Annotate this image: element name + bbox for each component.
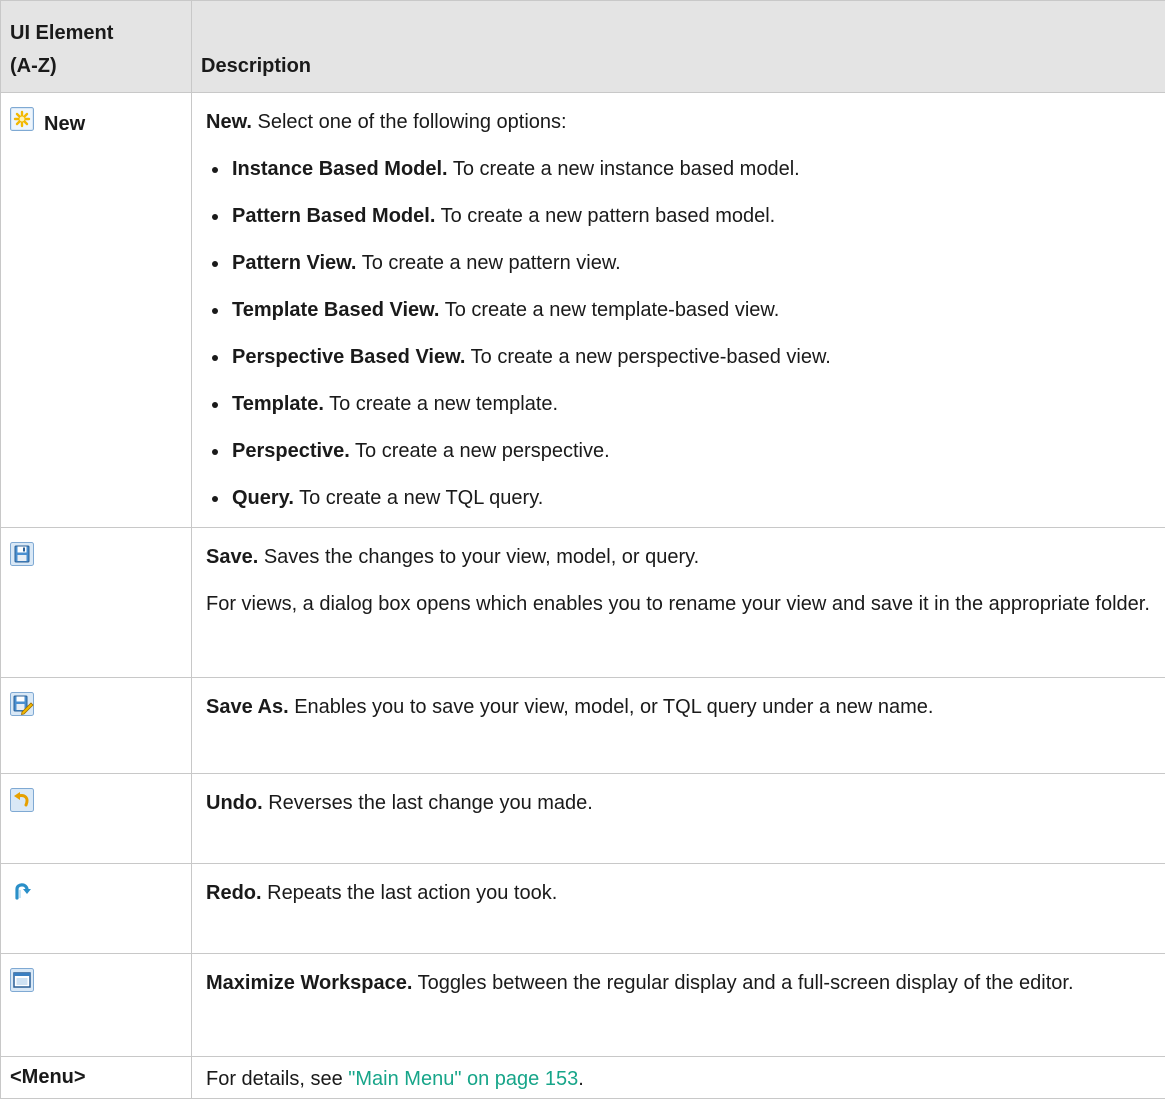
description-cell: Save As. Enables you to save your view, … — [191, 677, 1165, 774]
main-menu-link[interactable]: "Main Menu" on page 153 — [348, 1068, 578, 1090]
description-cell: Save. Saves the changes to your view, mo… — [191, 527, 1165, 678]
header-description: Description — [191, 0, 1165, 93]
save-as-icon — [10, 692, 34, 716]
ui-elements-table: UI Element (A-Z) Description New New. Se… — [0, 0, 1165, 1099]
header-ui-element: UI Element (A-Z) — [0, 0, 192, 93]
list-item: Template Based View. To create a new tem… — [206, 295, 1155, 325]
list-item: Perspective Based View. To create a new … — [206, 342, 1155, 372]
undo-icon — [10, 788, 34, 812]
list-item: Template. To create a new template. — [206, 389, 1155, 419]
description-cell: Undo. Reverses the last change you made. — [191, 773, 1165, 864]
table-header-row: UI Element (A-Z) Description — [0, 0, 1165, 93]
ui-element-cell — [0, 677, 192, 774]
description-cell: Maximize Workspace. Toggles between the … — [191, 953, 1165, 1057]
list-item: Perspective. To create a new perspective… — [206, 436, 1155, 466]
list-item: Instance Based Model. To create a new in… — [206, 154, 1155, 184]
table-row-redo: Redo. Repeats the last action you took. — [0, 863, 1165, 954]
description-cell: Redo. Repeats the last action you took. — [191, 863, 1165, 954]
ui-element-cell: New — [0, 92, 192, 528]
ui-element-cell — [0, 863, 192, 954]
list-item: Pattern View. To create a new pattern vi… — [206, 248, 1155, 278]
new-options-list: Instance Based Model. To create a new in… — [206, 154, 1155, 513]
new-icon — [10, 107, 34, 131]
menu-label: <Menu> — [10, 1066, 86, 1088]
new-label: New — [44, 113, 86, 135]
list-item: Query. To create a new TQL query. — [206, 483, 1155, 513]
description-cell: For details, see "Main Menu" on page 153… — [191, 1056, 1165, 1099]
table-row-menu: <Menu> For details, see "Main Menu" on p… — [0, 1056, 1165, 1099]
description-cell: New. Select one of the following options… — [191, 92, 1165, 528]
maximize-workspace-icon — [10, 968, 34, 992]
ui-element-cell — [0, 953, 192, 1057]
table-row-save: Save. Saves the changes to your view, mo… — [0, 527, 1165, 678]
ui-element-cell: <Menu> — [0, 1056, 192, 1099]
table-row-new: New New. Select one of the following opt… — [0, 92, 1165, 528]
ui-element-cell — [0, 773, 192, 864]
save-icon — [10, 542, 34, 566]
table-row-maximize-workspace: Maximize Workspace. Toggles between the … — [0, 953, 1165, 1057]
ui-element-cell — [0, 527, 192, 678]
redo-icon — [10, 878, 34, 902]
table-row-save-as: Save As. Enables you to save your view, … — [0, 677, 1165, 774]
list-item: Pattern Based Model. To create a new pat… — [206, 201, 1155, 231]
table-row-undo: Undo. Reverses the last change you made. — [0, 773, 1165, 864]
